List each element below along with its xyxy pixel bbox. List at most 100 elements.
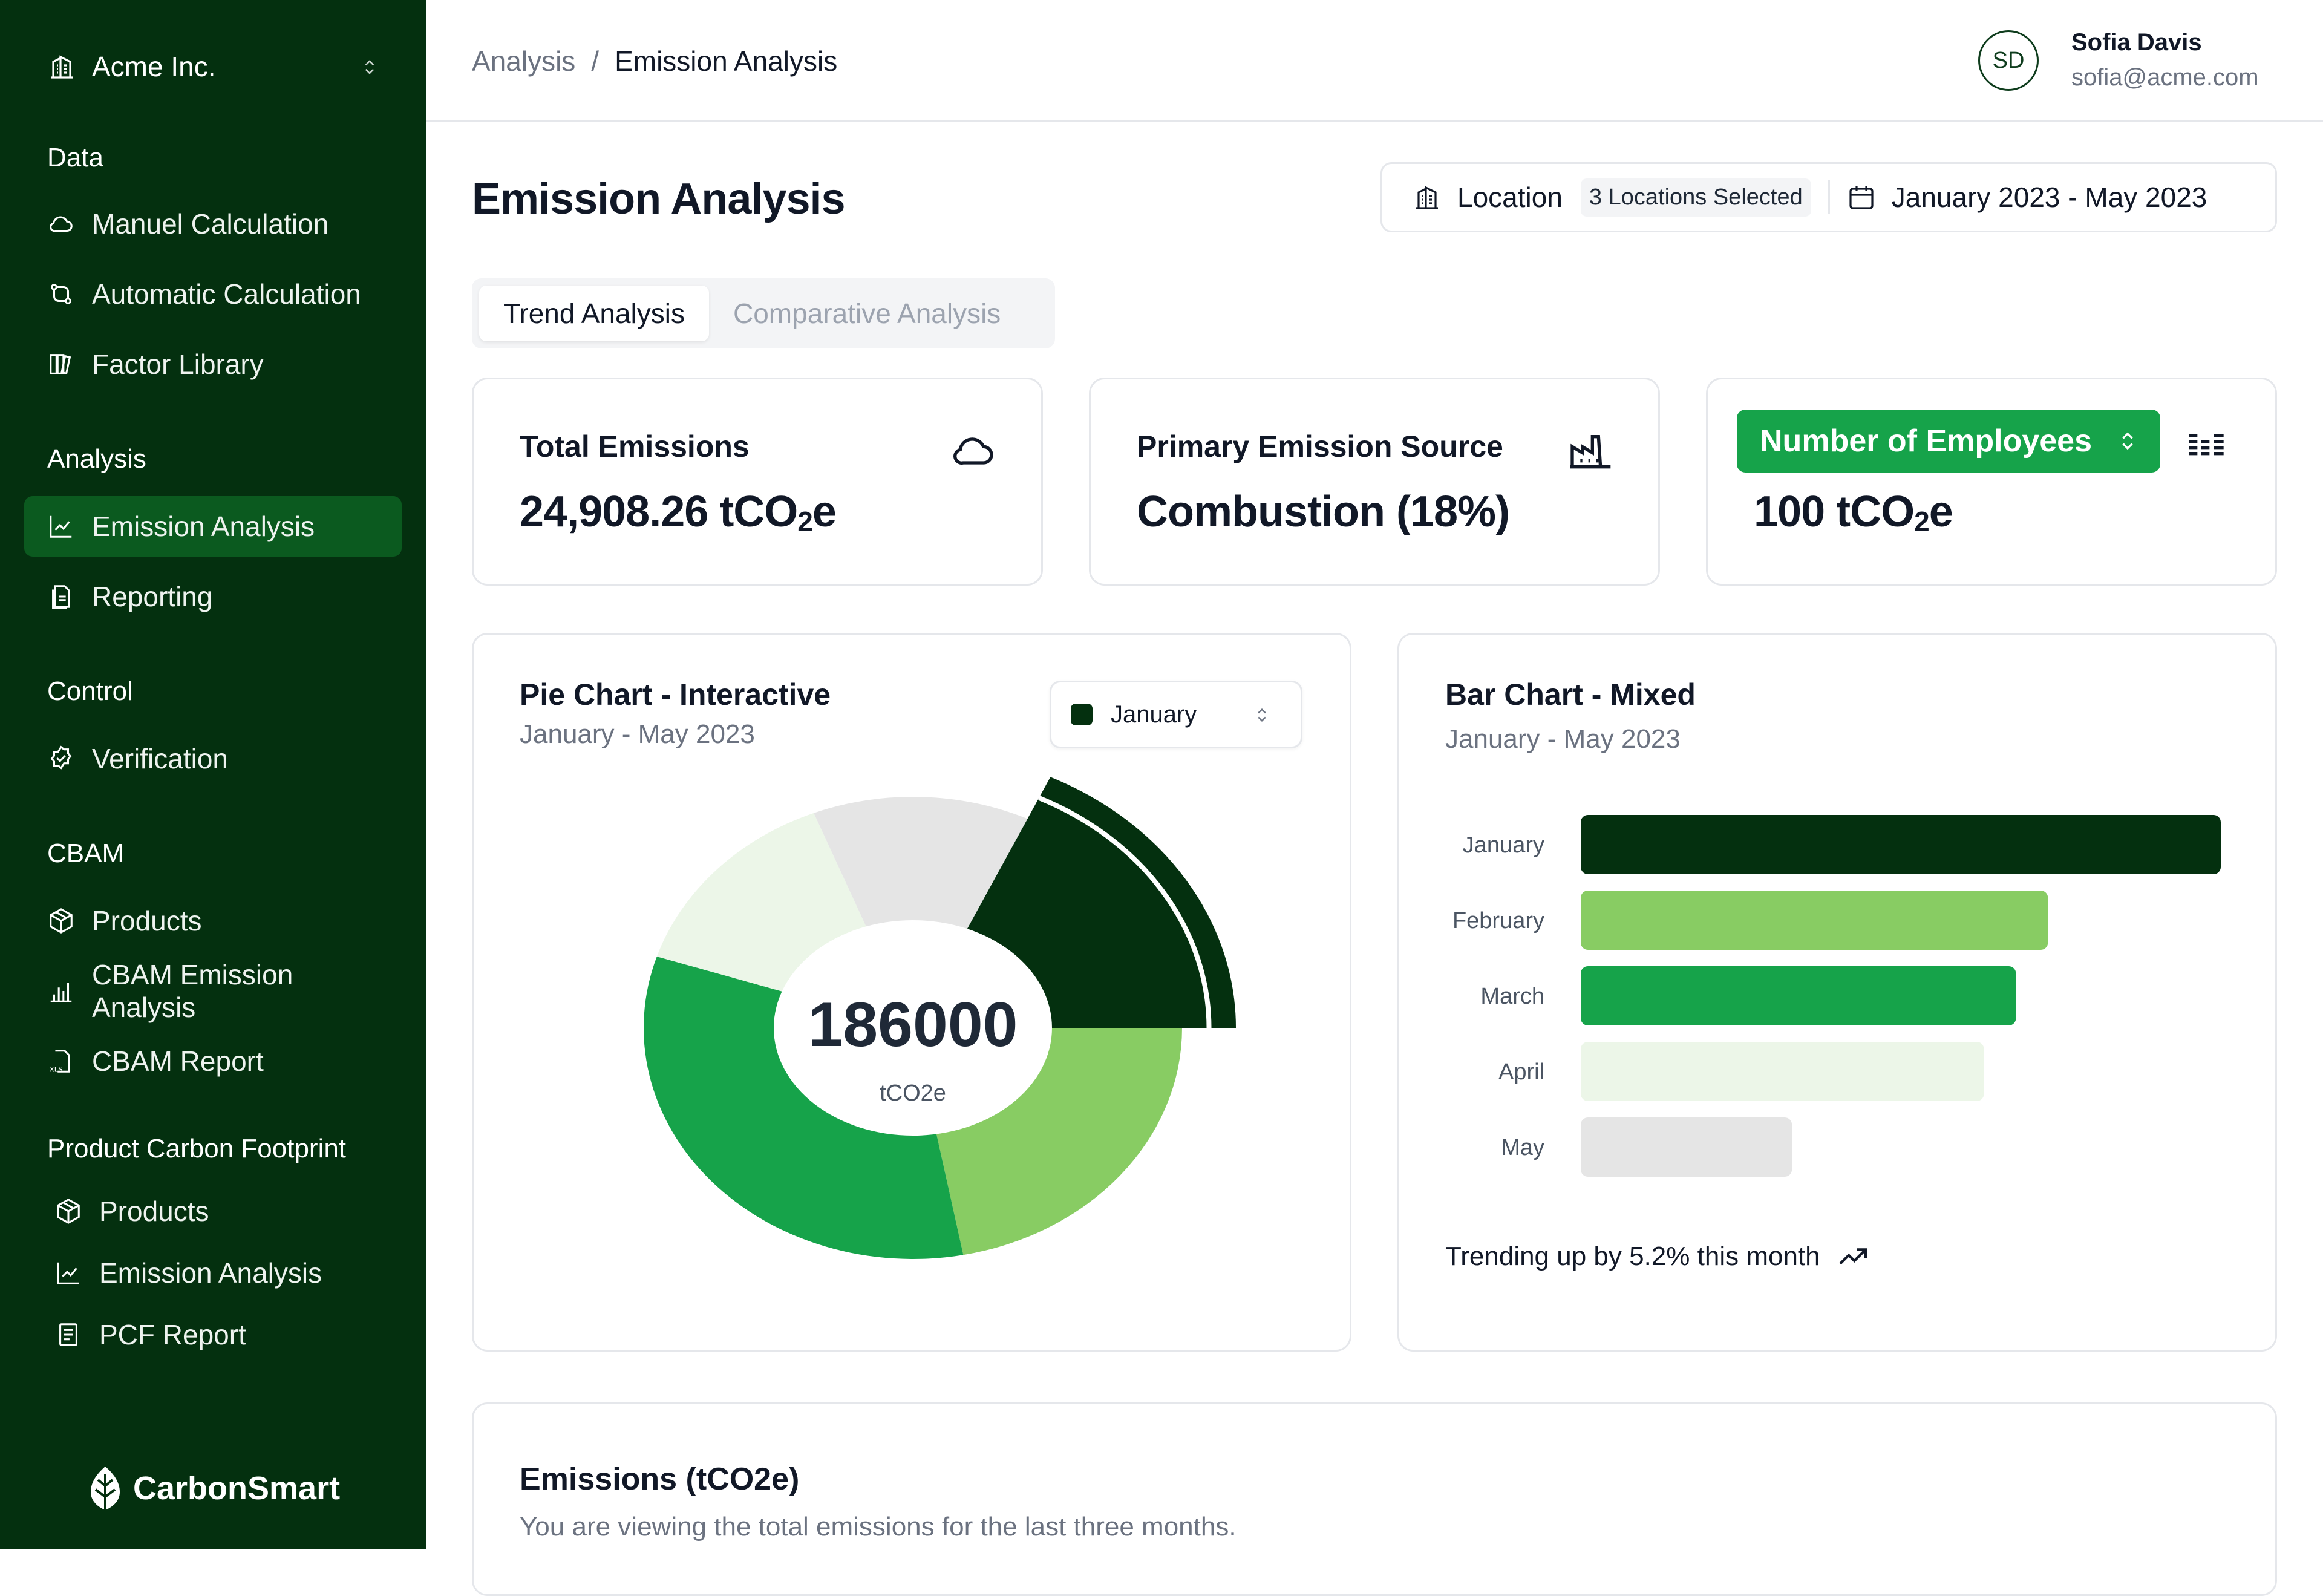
sidebar-item-label: Verification (92, 743, 229, 774)
sidebar-item-label: Reporting (92, 581, 213, 612)
sidebar-item-pcf-products[interactable]: Products (24, 1181, 402, 1241)
date-range-picker[interactable]: January 2023 - May 2023 (1847, 181, 2207, 214)
trending-up-icon (1839, 1248, 1867, 1265)
sidebar-item-emission-analysis[interactable]: Emission Analysis (24, 496, 402, 557)
date-range-value: January 2023 - May 2023 (1891, 182, 2207, 213)
employees-card: Number of Employees 100 tCO2e (1706, 378, 2277, 586)
top-header: Analysis / Emission Analysis SD Sofia Davi… (426, 0, 2323, 122)
bar-chart-icon (50, 983, 72, 1002)
employees-metric-select[interactable]: Number of Employees (1737, 410, 2160, 473)
leaf-logo-icon (91, 1467, 120, 1510)
sidebar-item-label: Emission Analysis (99, 1257, 322, 1289)
list-filter-icon[interactable] (2183, 419, 2232, 468)
library-icon (50, 354, 71, 375)
route-icon (51, 284, 71, 304)
employees-select-label: Number of Employees (1760, 424, 2093, 459)
line-chart-icon (57, 1262, 79, 1284)
xls-file-icon: XLS (50, 1050, 70, 1073)
factory-icon (1570, 435, 1611, 469)
stat-value: Combustion (18%) (1137, 488, 1510, 536)
sidebar-item-label: CBAM Report (92, 1045, 264, 1077)
breadcrumb-separator: / (591, 45, 600, 77)
org-switcher[interactable]: Acme Inc. (47, 44, 379, 90)
sidebar-item-label: Products (99, 1195, 209, 1227)
bar-label-april: April (1498, 1059, 1544, 1085)
sidebar-item-pcf-report[interactable]: PCF Report (24, 1304, 402, 1365)
page-title: Emission Analysis (472, 175, 846, 223)
pie-chart: 186000 tCO2e (643, 777, 1236, 1259)
bar-may[interactable] (1581, 1117, 1792, 1177)
brand-name: CarbonSmart (133, 1470, 341, 1506)
sidebar-item-label: CBAM Emission Analysis (92, 959, 293, 1023)
stat-label: Primary Emission Source (1137, 430, 1503, 463)
org-name: Acme Inc. (92, 51, 216, 82)
sidebar-item-label: Manuel Calculation (92, 208, 329, 240)
sidebar-item-verification[interactable]: Verification (24, 728, 402, 789)
filter-bar: Location 3 Locations Selected January 20… (1380, 162, 2277, 232)
sidebar-item-cbam-emission-analysis[interactable]: CBAM Emission Analysis (24, 959, 402, 1023)
user-name: Sofia Davis (2071, 29, 2202, 56)
chevrons-up-down-icon (365, 60, 374, 74)
bar-february[interactable] (1581, 891, 2048, 950)
brand-logo: CarbonSmart (87, 1464, 340, 1513)
tab-comparative-analysis[interactable]: Comparative Analysis (709, 286, 1025, 341)
svg-text:XLS: XLS (50, 1065, 63, 1073)
pie-center-value: 186000 (808, 990, 1018, 1060)
breadcrumb-current: Emission Analysis (615, 45, 838, 77)
sidebar-item-cbam-products[interactable]: Products (24, 891, 402, 951)
trend-text: Trending up by 5.2% this month (1445, 1241, 1820, 1271)
section-title-data: Data (47, 143, 103, 172)
chevrons-up-down-icon (2122, 432, 2133, 450)
pie-chart-card: Pie Chart - Interactive January - May 20… (472, 633, 1351, 1352)
location-filter[interactable]: Location 3 Locations Selected (1413, 178, 1811, 217)
calendar-icon (1849, 186, 1874, 209)
building-icon (1416, 186, 1438, 209)
bar-label-may: May (1501, 1135, 1544, 1160)
sidebar-item-reporting[interactable]: Reporting (24, 566, 402, 627)
bar-label-march: March (1480, 984, 1544, 1009)
avatar[interactable]: SD (1978, 30, 2039, 91)
stat-value: 100 tCO2e (1754, 488, 1953, 537)
primary-source-card: Primary Emission Source Combustion (18%) (1089, 378, 1660, 586)
line-chart-icon (50, 515, 72, 538)
sidebar-item-pcf-emission-analysis[interactable]: Emission Analysis (24, 1243, 402, 1303)
sidebar-item-label: PCF Report (99, 1319, 246, 1350)
sidebar-item-factor-library[interactable]: Factor Library (24, 334, 402, 394)
sidebar-item-cbam-report[interactable]: XLS CBAM Report (24, 1031, 402, 1091)
sidebar-item-automatic-calculation[interactable]: Automatic Calculation (24, 264, 402, 324)
sidebar-item-manual-calculation[interactable]: Manuel Calculation (24, 194, 402, 254)
analysis-tabs: Trend Analysis Comparative Analysis (472, 278, 1055, 348)
package-icon (57, 1199, 80, 1224)
bar-label-february: February (1452, 908, 1544, 934)
location-badge: 3 Locations Selected (1580, 178, 1811, 217)
file-icon (52, 585, 70, 609)
pie-center-unit: tCO2e (880, 1081, 946, 1106)
bar-january[interactable] (1581, 815, 2221, 874)
badge-check-icon (50, 745, 72, 770)
total-emissions-card: Total Emissions 24,908.26 tCO2e (472, 378, 1043, 586)
sidebar-item-label: Products (92, 905, 202, 937)
bar-april[interactable] (1581, 1042, 1984, 1101)
trend-note: Trending up by 5.2% this month (1445, 1240, 1870, 1274)
cloud-icon (50, 216, 73, 232)
bar-label-january: January (1463, 832, 1544, 858)
tab-trend-analysis[interactable]: Trend Analysis (479, 286, 709, 341)
building-icon (51, 55, 73, 79)
user-email: sofia@acme.com (2071, 64, 2259, 91)
sidebar-item-label: Automatic Calculation (92, 278, 361, 310)
section-title-product-carbon-footprint: Product Carbon Footprint (47, 1134, 347, 1163)
location-label: Location (1457, 182, 1563, 213)
emissions-table-card: Emissions (tCO2e) You are viewing the to… (472, 1402, 2277, 1596)
stat-value: 24,908.26 tCO2e (520, 488, 837, 537)
sidebar-item-label: Emission Analysis (92, 511, 315, 542)
emissions-table-subtitle: You are viewing the total emissions for … (520, 1512, 1237, 1542)
breadcrumb-analysis[interactable]: Analysis (472, 45, 575, 77)
cloud-icon (953, 437, 993, 465)
section-title-control: Control (47, 676, 133, 706)
sidebar-item-label: Factor Library (92, 348, 264, 380)
emissions-table-title: Emissions (tCO2e) (520, 1462, 800, 1497)
bar-march[interactable] (1581, 966, 2016, 1025)
section-title-analysis: Analysis (47, 444, 146, 474)
stat-label: Total Emissions (520, 430, 750, 463)
filter-divider (1828, 180, 1830, 214)
